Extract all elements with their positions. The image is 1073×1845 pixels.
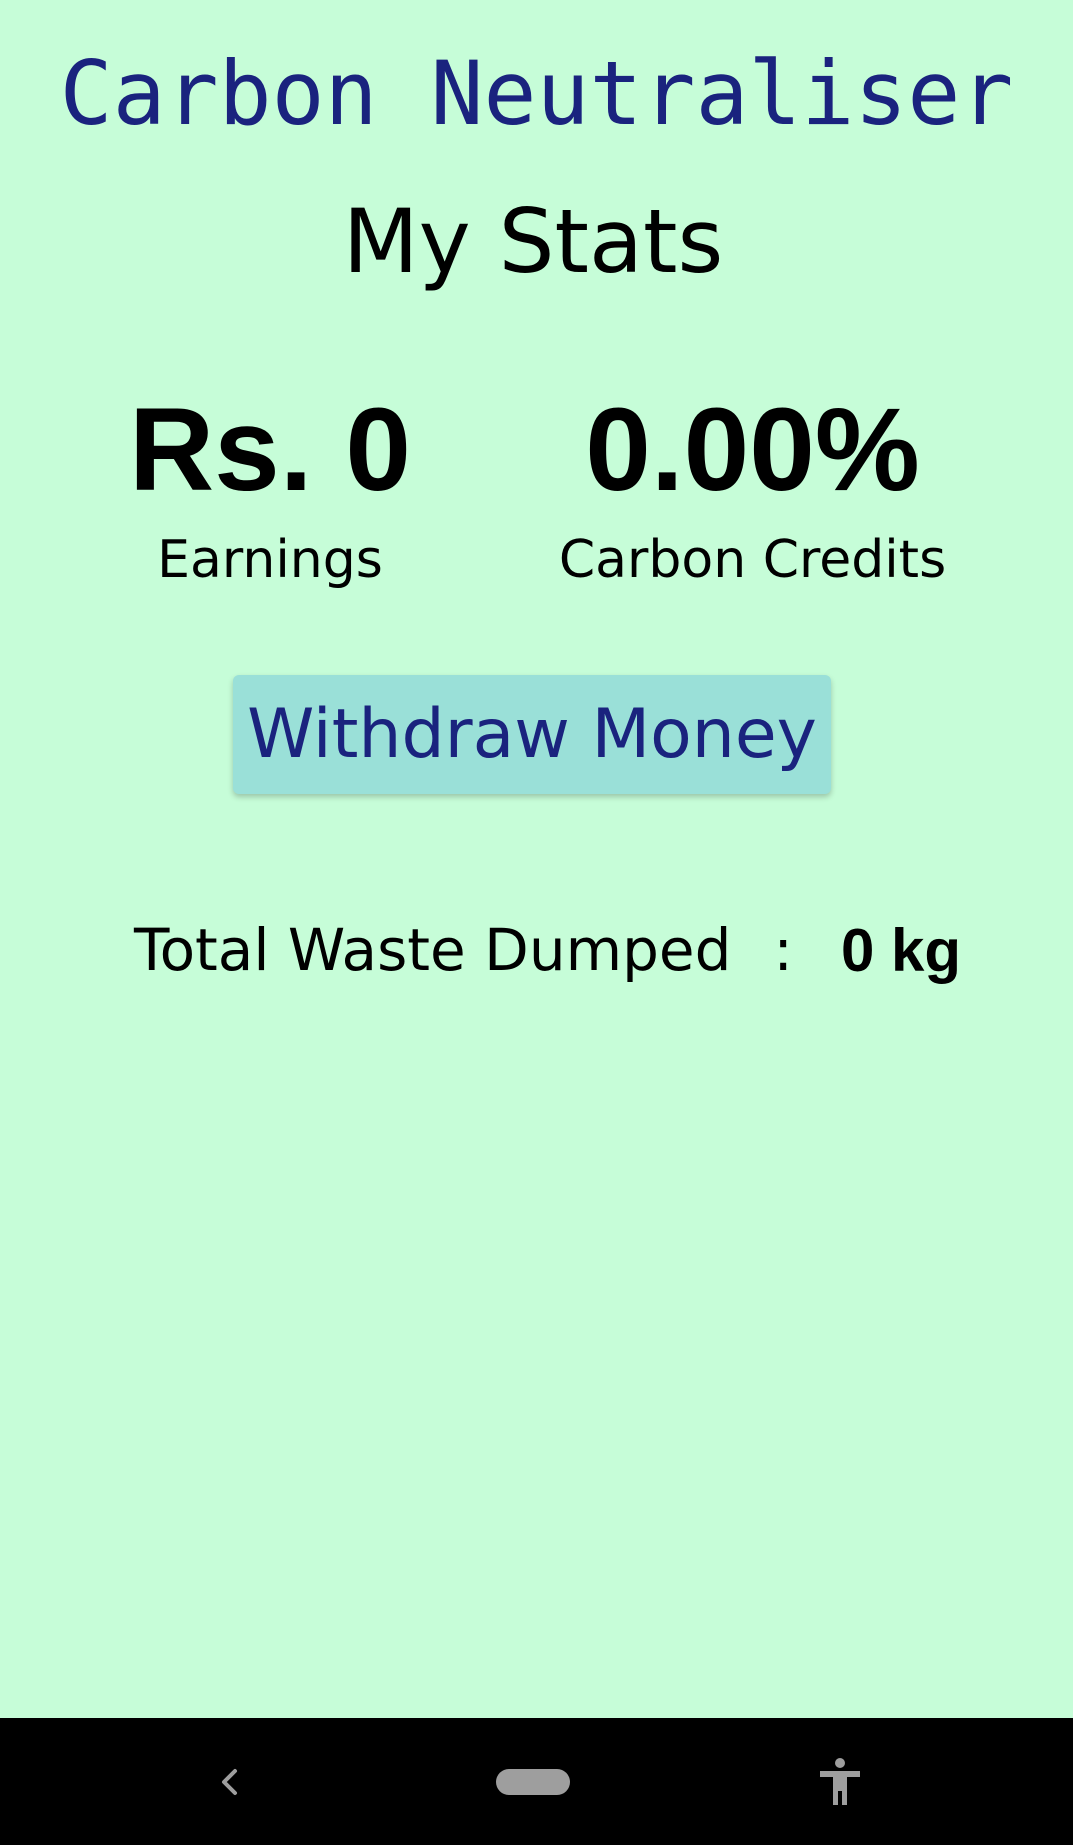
accessibility-icon xyxy=(820,1757,860,1805)
total-waste-label: Total Waste Dumped xyxy=(134,916,732,984)
page-title: My Stats xyxy=(342,190,724,293)
total-waste-row: Total Waste Dumped : 0 kg xyxy=(134,910,961,990)
system-navigation-bar xyxy=(0,1718,1073,1845)
back-button[interactable] xyxy=(190,1718,270,1845)
withdraw-money-button[interactable]: Withdraw Money xyxy=(233,675,831,794)
home-pill-icon xyxy=(496,1768,570,1795)
home-button[interactable] xyxy=(480,1718,586,1845)
total-waste-value: 0 kg xyxy=(840,916,961,984)
stats-screen: Carbon Neutraliser My Stats Rs. 0 Earnin… xyxy=(0,0,1073,1718)
earnings-stat: Rs. 0 Earnings xyxy=(90,385,450,592)
carbon-credits-value: 0.00% xyxy=(585,384,920,516)
app-title: Carbon Neutraliser xyxy=(59,42,1014,145)
carbon-credits-stat: 0.00% Carbon Credits xyxy=(545,385,960,592)
carbon-credits-label: Carbon Credits xyxy=(558,530,947,590)
back-icon xyxy=(222,1768,237,1795)
total-waste-separator: : xyxy=(773,916,793,984)
earnings-value: Rs. 0 xyxy=(128,384,412,516)
accessibility-button[interactable] xyxy=(800,1718,880,1845)
earnings-label: Earnings xyxy=(157,530,383,590)
